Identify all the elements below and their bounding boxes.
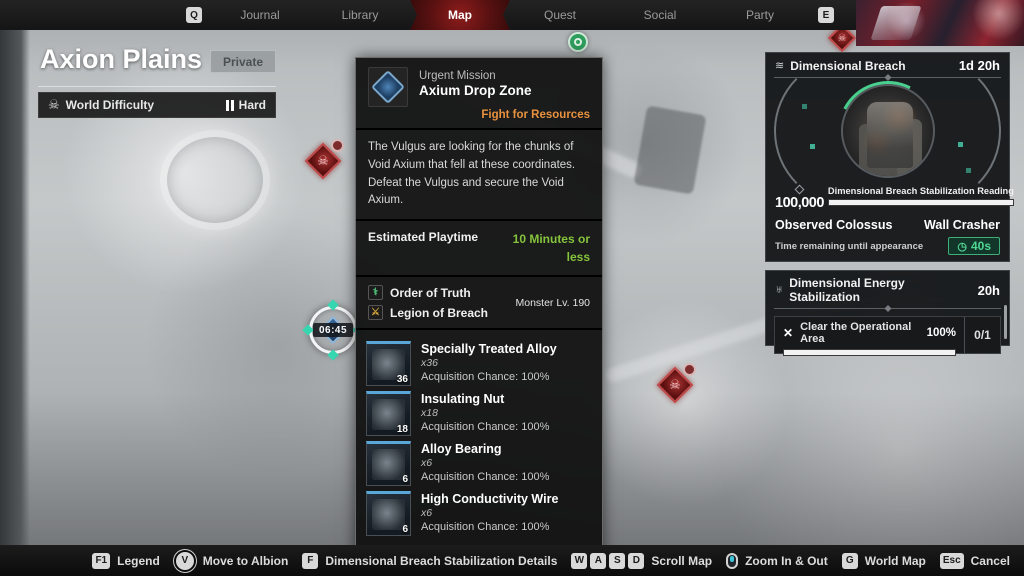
- reward-qty: x6: [421, 457, 549, 469]
- difficulty-rank-icon: [226, 100, 234, 111]
- esc-key-badge: Esc: [940, 553, 964, 569]
- tab-social[interactable]: Social: [610, 0, 710, 30]
- map-edge-shadow: [0, 30, 30, 545]
- urgent-mission-icon: [368, 67, 408, 107]
- map-marker-elite[interactable]: ☠: [660, 370, 690, 400]
- scroll-map-hint[interactable]: W A S D Scroll Map: [571, 553, 712, 569]
- playtime-value: 10 Minutes or less: [498, 230, 590, 266]
- reward-list: 36 Specially Treated Alloy x36 Acquisiti…: [356, 330, 602, 549]
- clock-icon: ◷: [957, 240, 967, 253]
- objective-progress-bar: [783, 349, 956, 356]
- tab-journal[interactable]: Journal: [210, 0, 310, 30]
- reward-name: High Conductivity Wire: [421, 492, 558, 506]
- order-of-truth-icon: ⚕: [368, 285, 383, 300]
- legion-of-breach-icon: ⚔: [368, 305, 383, 320]
- f1-key-badge: F1: [92, 553, 110, 569]
- tab-map[interactable]: Map: [410, 0, 510, 30]
- breach-icon: ≋: [775, 59, 784, 72]
- zoom-hint[interactable]: Zoom In & Out: [726, 553, 828, 569]
- objective-progress-value: 100%: [927, 327, 956, 339]
- dimensional-breach-panel: ≋ Dimensional Breach 1d 20h 100,000 Dime…: [765, 52, 1010, 262]
- mission-timer: 06:45: [313, 323, 353, 337]
- faction-name: Legion of Breach: [390, 306, 488, 320]
- mission-type: Urgent Mission: [419, 70, 532, 82]
- world-difficulty-bar[interactable]: ☠ World Difficulty Hard: [38, 92, 276, 118]
- prev-tab-key-badge: Q: [186, 7, 202, 23]
- reward-chance: Acquisition Chance: 100%: [421, 521, 558, 533]
- mission-tooltip: Urgent Mission Axium Drop Zone Fight for…: [355, 57, 603, 576]
- reward-item[interactable]: 6 High Conductivity Wire x6 Acquisition …: [366, 491, 592, 536]
- v-key-badge: V: [176, 552, 194, 570]
- reward-item[interactable]: 18 Insulating Nut x18 Acquisition Chance…: [366, 391, 592, 436]
- panel-scrollbar[interactable]: [1004, 305, 1007, 339]
- mission-tag: Fight for Resources: [368, 109, 590, 121]
- energy-icon: ♅: [775, 284, 783, 296]
- playtime-label: Estimated Playtime: [368, 230, 478, 266]
- tab-quest[interactable]: Quest: [510, 0, 610, 30]
- panel-divider: [774, 308, 1001, 309]
- energy-stabilization-panel: ♅ Dimensional Energy Stabilization 20h ✕…: [765, 270, 1010, 346]
- world-difficulty-label: World Difficulty: [66, 98, 154, 112]
- legend-hint[interactable]: F1 Legend: [92, 553, 159, 569]
- marker-sub-badge: [683, 363, 696, 376]
- reward-qty: x18: [421, 407, 549, 419]
- energy-time-remaining: 20h: [978, 283, 1000, 298]
- reward-item[interactable]: 6 Alloy Bearing x6 Acquisition Chance: 1…: [366, 441, 592, 486]
- reward-name: Insulating Nut: [421, 392, 549, 406]
- map-marker-elite[interactable]: ☠: [308, 146, 338, 176]
- observed-colossus-value: Wall Crasher: [924, 218, 1000, 232]
- tab-library[interactable]: Library: [310, 0, 410, 30]
- selected-mission-marker[interactable]: 06:45: [306, 303, 360, 357]
- world-map-hint[interactable]: G World Map: [842, 553, 926, 569]
- mission-name: Axium Drop Zone: [419, 83, 532, 98]
- w-key-badge: W: [571, 553, 587, 569]
- reward-item-icon: 6: [366, 491, 411, 536]
- s-key-badge: S: [609, 553, 625, 569]
- game-map-screen: Q Journal Library Map Quest Social Party…: [0, 0, 1024, 576]
- reward-name: Specially Treated Alloy: [421, 342, 557, 356]
- energy-title: Dimensional Energy Stabilization: [789, 276, 977, 304]
- appearance-countdown-value: 40s: [971, 239, 991, 253]
- skull-icon: ☠: [48, 97, 60, 113]
- privacy-badge[interactable]: Private: [210, 50, 276, 73]
- a-key-badge: A: [590, 553, 606, 569]
- reward-name: Alloy Bearing: [421, 442, 549, 456]
- time-remaining-label: Time remaining until appearance: [775, 241, 923, 252]
- cancel-hint[interactable]: Esc Cancel: [940, 553, 1010, 569]
- breach-details-hint[interactable]: F Dimensional Breach Stabilization Detai…: [302, 553, 557, 569]
- g-key-badge: G: [842, 553, 858, 569]
- reward-item[interactable]: 36 Specially Treated Alloy x36 Acquisiti…: [366, 341, 592, 386]
- reward-item-icon: 18: [366, 391, 411, 436]
- monster-level: Monster Lv. 190: [515, 297, 590, 309]
- faction-name: Order of Truth: [390, 286, 471, 300]
- mouse-wheel-icon: [726, 553, 738, 569]
- spawn-point-icon[interactable]: [568, 32, 588, 52]
- colossus-display: [766, 78, 1009, 184]
- objective-box[interactable]: ✕ Clear the Operational Area 100% 0/1: [774, 316, 1001, 354]
- mission-description: The Vulgus are looking for the chunks of…: [356, 130, 602, 221]
- appearance-countdown-badge: ◷ 40s: [948, 237, 1000, 255]
- observed-colossus-label: Observed Colossus: [775, 218, 892, 232]
- objective-x-icon: ✕: [783, 326, 793, 340]
- reward-qty: x6: [421, 507, 558, 519]
- objective-count: 0/1: [964, 317, 1000, 353]
- move-to-albion-hint[interactable]: V Move to Albion: [174, 552, 289, 570]
- bottom-hint-bar: F1 Legend V Move to Albion F Dimensional…: [0, 545, 1024, 576]
- reward-item-icon: 36: [366, 341, 411, 386]
- title-divider: [38, 86, 276, 87]
- reward-chance: Acquisition Chance: 100%: [421, 421, 549, 433]
- next-tab-key-badge: E: [818, 7, 834, 23]
- reward-chance: Acquisition Chance: 100%: [421, 371, 557, 383]
- world-difficulty-value: Hard: [239, 98, 266, 112]
- objective-name: Clear the Operational Area: [800, 321, 920, 345]
- tab-party[interactable]: Party: [710, 0, 810, 30]
- reward-item-icon: 6: [366, 441, 411, 486]
- page-title: Axion Plains: [40, 44, 202, 75]
- d-key-badge: D: [628, 553, 644, 569]
- f-key-badge: F: [302, 553, 318, 569]
- reward-chance: Acquisition Chance: 100%: [421, 471, 549, 483]
- character-artwork: [856, 0, 1024, 46]
- reward-qty: x36: [421, 357, 557, 369]
- marker-sub-badge: [331, 139, 344, 152]
